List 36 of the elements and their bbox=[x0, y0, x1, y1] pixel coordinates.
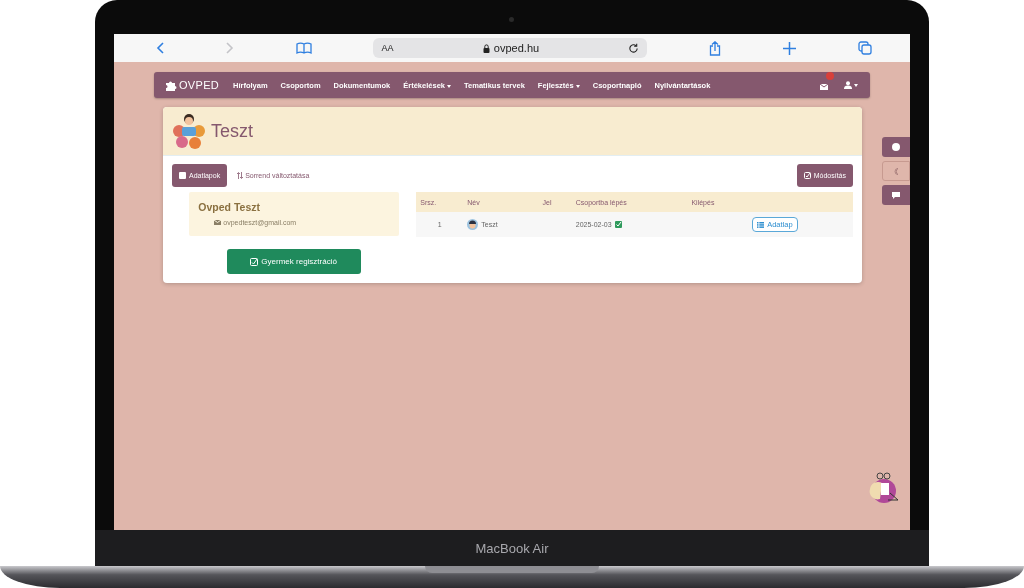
mail-icon[interactable] bbox=[820, 84, 828, 90]
children-group-drawing bbox=[171, 111, 207, 151]
reload-icon[interactable] bbox=[628, 42, 640, 54]
caret-icon bbox=[447, 84, 452, 88]
tabs-icon[interactable] bbox=[857, 41, 872, 55]
help-icon bbox=[892, 143, 900, 151]
chat-button[interactable] bbox=[882, 185, 910, 205]
text-size-button[interactable]: AA bbox=[381, 43, 394, 53]
sort-icon bbox=[237, 172, 244, 179]
user-icon[interactable] bbox=[844, 81, 852, 89]
edit-icon bbox=[803, 172, 811, 179]
avatar-icon bbox=[467, 219, 479, 230]
check-icon bbox=[614, 221, 622, 228]
plus-icon[interactable] bbox=[783, 41, 797, 55]
list-icon bbox=[757, 221, 765, 228]
help-button[interactable] bbox=[882, 137, 910, 157]
caret-icon bbox=[575, 84, 580, 88]
teacher-name: Ovped Teszt bbox=[198, 201, 261, 213]
device-label: MacBook Air bbox=[475, 540, 549, 556]
camera-icon bbox=[509, 17, 514, 22]
register-child-button[interactable]: Gyermek regisztráció bbox=[226, 249, 361, 274]
mail-icon bbox=[214, 220, 222, 225]
page-title: Teszt bbox=[211, 120, 253, 142]
address-bar[interactable]: AA ovped.hu bbox=[373, 38, 648, 58]
checkbox-icon bbox=[250, 257, 259, 266]
brand-logo[interactable]: OVPED bbox=[179, 79, 219, 91]
caret-icon[interactable] bbox=[854, 83, 858, 87]
document-icon bbox=[179, 172, 186, 179]
back-icon[interactable] bbox=[156, 42, 164, 54]
book-icon[interactable] bbox=[295, 42, 312, 54]
puzzle-icon bbox=[166, 79, 177, 91]
lock-icon bbox=[482, 43, 490, 53]
chat-icon bbox=[892, 191, 900, 199]
moon-icon bbox=[892, 167, 900, 175]
url-text: ovped.hu bbox=[493, 42, 540, 54]
share-icon[interactable] bbox=[709, 40, 722, 56]
